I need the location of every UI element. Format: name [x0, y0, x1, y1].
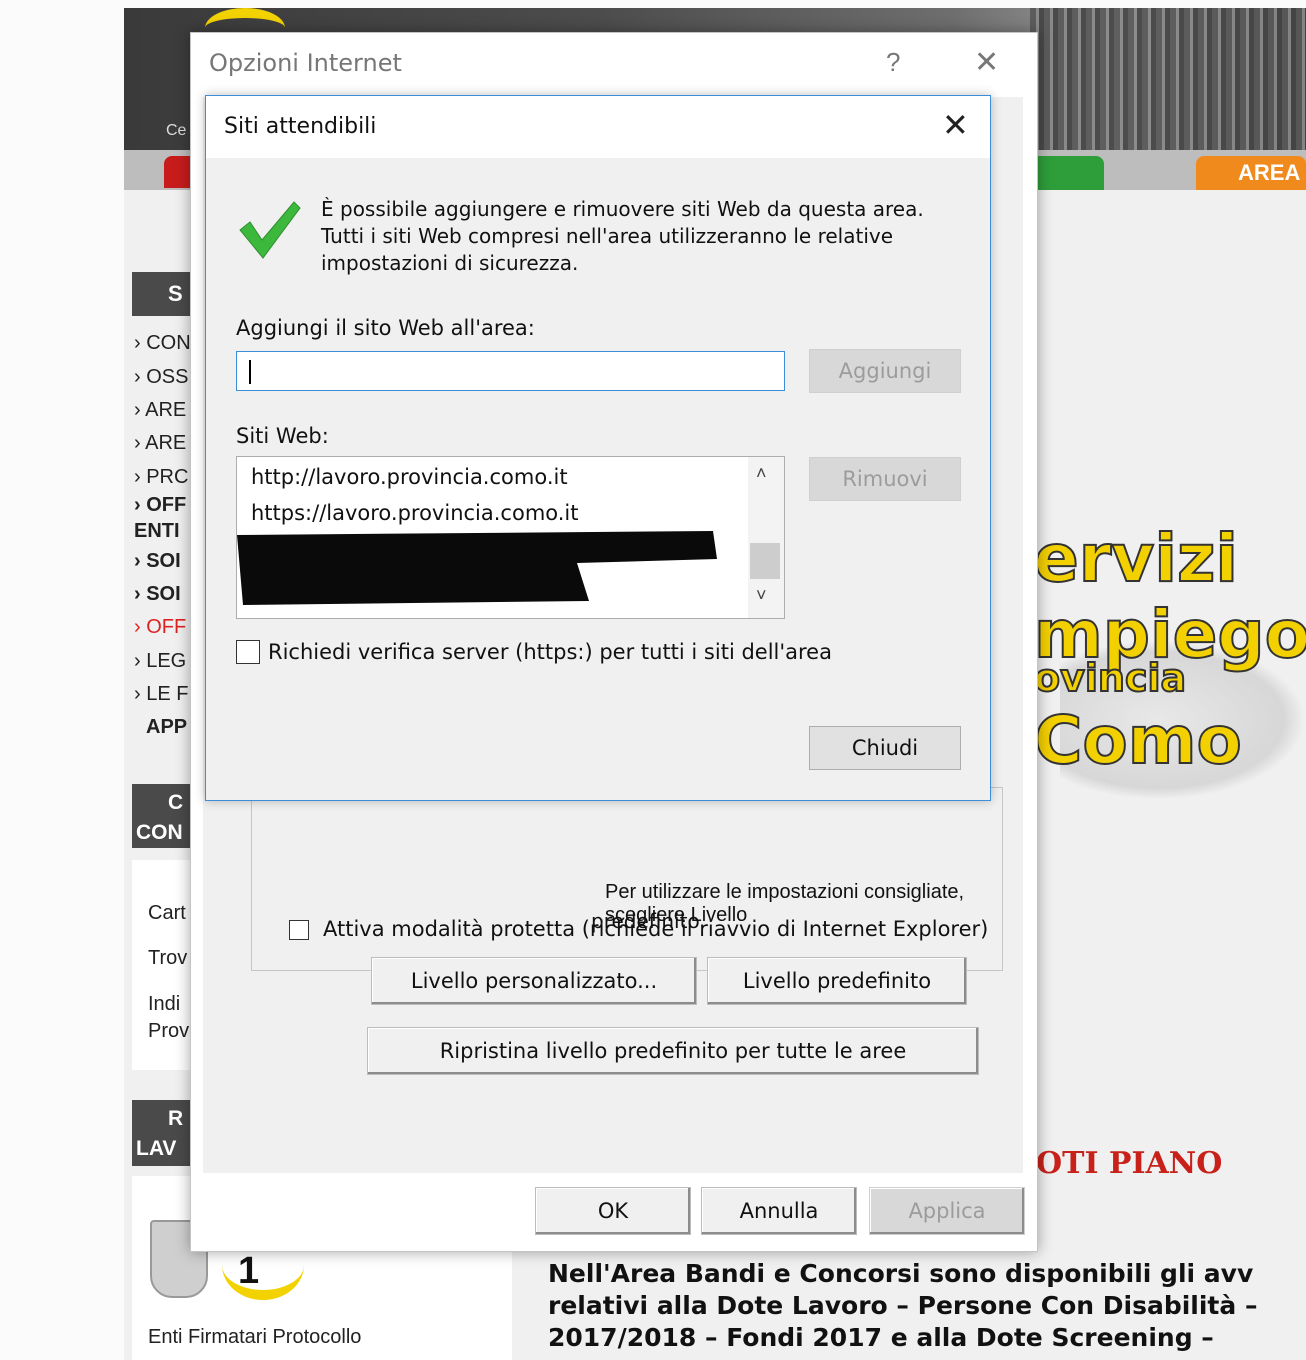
reset-all-zones-button[interactable]: Ripristina livello predefinito per tutte…	[367, 1027, 979, 1075]
close-icon[interactable]: ✕	[974, 45, 999, 80]
sidebar-link[interactable]: › ARE	[134, 399, 186, 422]
news-line: Nell'Area Bandi e Concorsi sono disponib…	[548, 1259, 1254, 1288]
nav-tab-area[interactable]: AREA	[1196, 156, 1306, 190]
sidebar-box-line[interactable]: Trov	[148, 947, 187, 970]
green-check-icon	[239, 201, 301, 259]
trusted-sites-dialog: Siti attendibili ✕ È possibile aggiunger…	[205, 95, 991, 801]
one-logo-digit: 1	[238, 1250, 260, 1292]
sidebar-link[interactable]: ENTI	[134, 520, 180, 543]
news-body: Nell'Area Bandi e Concorsi sono disponib…	[548, 1258, 1306, 1354]
harbor-photo	[1030, 8, 1306, 150]
sidebar-link[interactable]: › ARE	[134, 432, 186, 455]
sidebar-box-line[interactable]: Indi	[148, 993, 180, 1016]
sidebar-heading-line: CON	[136, 821, 183, 844]
text-caret	[249, 360, 251, 384]
dialog-title: Siti attendibili	[224, 114, 377, 139]
list-scrollbar[interactable]: ˄ ˅	[748, 457, 784, 618]
chevron-up-icon[interactable]: ˄	[756, 463, 767, 484]
sidebar-link[interactable]: › PRC	[134, 466, 188, 489]
window-title: Opzioni Internet	[209, 49, 402, 77]
security-level-frame	[251, 787, 1003, 971]
sidebar-heading-line: C	[168, 791, 184, 814]
redacted-site-entries	[237, 531, 717, 605]
news-line: 2017/2018 – Fondi 2017 e alla Dote Scree…	[548, 1323, 1214, 1352]
help-button[interactable]: ?	[886, 47, 900, 78]
news-line: relativi alla Dote Lavoro – Persone Con …	[548, 1291, 1258, 1320]
sidebar-link[interactable]: › OFF	[134, 494, 186, 517]
sidebar-link[interactable]: APP	[146, 716, 187, 739]
chevron-down-icon[interactable]: ˅	[756, 585, 767, 606]
sidebar-box-line[interactable]: Prov	[148, 1020, 189, 1043]
default-level-button[interactable]: Livello predefinito	[707, 957, 967, 1005]
sidebar-heading-lavoro: R LAV	[132, 1100, 192, 1166]
remove-button[interactable]: Rimuovi	[809, 457, 961, 501]
sidebar-link[interactable]: › LE F	[134, 683, 188, 706]
dialog-info-text: È possibile aggiungere e rimuovere siti …	[321, 197, 924, 275]
add-site-label: Aggiungi il sito Web all'area:	[236, 316, 535, 340]
custom-level-button[interactable]: Livello personalizzato...	[371, 957, 697, 1005]
sidebar-heading-line: R	[168, 1107, 184, 1130]
sidebar-box-line[interactable]: Cart	[148, 902, 186, 925]
sidebar-link[interactable]: › OSS	[134, 366, 188, 389]
cancel-button[interactable]: Annulla	[701, 1187, 857, 1235]
add-site-input[interactable]	[236, 351, 785, 391]
sidebar-heading-line: LAV	[136, 1137, 177, 1160]
require-https-label: Richiedi verifica server (https:) per tu…	[268, 640, 832, 664]
sidebar-link[interactable]: › SOI	[134, 583, 181, 606]
hero-line: Como	[1033, 701, 1243, 780]
sidebar-heading: S	[132, 272, 192, 316]
require-https-checkbox[interactable]	[236, 640, 260, 664]
sidebar-heading-contacts: C CON	[132, 784, 192, 848]
ok-button[interactable]: OK	[535, 1187, 691, 1235]
protected-mode-label: Attiva modalità protetta (richiede il ri…	[323, 917, 989, 941]
sidebar-link[interactable]: › LEG	[134, 650, 186, 673]
apply-button[interactable]: Applica	[869, 1187, 1025, 1235]
sidebar-link[interactable]: › CON	[134, 332, 191, 355]
sidebar-link[interactable]: › SOI	[134, 550, 181, 573]
close-button[interactable]: Chiudi	[809, 726, 961, 770]
news-title[interactable]: OTI PIANO	[1036, 1146, 1222, 1181]
hero-line: ervizi	[1033, 519, 1239, 598]
protected-mode-checkbox[interactable]	[289, 920, 309, 940]
add-button[interactable]: Aggiungi	[809, 349, 961, 393]
list-item[interactable]: https://lavoro.provincia.como.it	[251, 501, 579, 525]
close-icon[interactable]: ✕	[942, 106, 969, 144]
enti-firmatari-link[interactable]: Enti Firmatari Protocollo	[148, 1326, 361, 1349]
sites-label: Siti Web:	[236, 424, 329, 448]
list-item[interactable]: http://lavoro.provincia.como.it	[251, 465, 568, 489]
hero-line: ovincia	[1033, 655, 1187, 701]
sidebar-link[interactable]: › OFF	[134, 616, 186, 639]
sites-list[interactable]: http://lavoro.provincia.como.it https://…	[236, 456, 785, 619]
header-tagline: Ce	[166, 122, 187, 139]
scrollbar-thumb[interactable]	[750, 543, 780, 579]
